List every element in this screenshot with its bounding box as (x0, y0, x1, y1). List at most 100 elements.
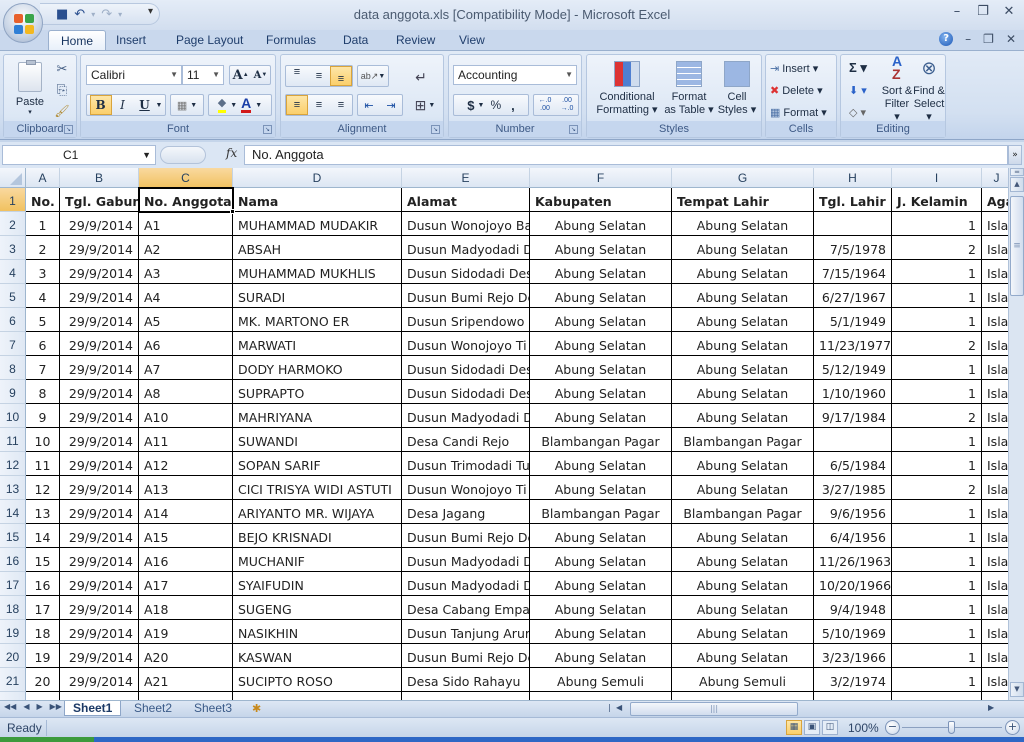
table-cell[interactable]: Abung Selatan (672, 332, 814, 356)
table-cell[interactable]: Abung Selatan (530, 644, 672, 668)
page-break-preview-button[interactable]: ◫ (822, 720, 838, 735)
table-cell[interactable]: Dusun Sidodadi Des (402, 380, 530, 404)
table-cell[interactable]: Dusun Madyodadi D (402, 548, 530, 572)
table-cell[interactable]: 2 (26, 236, 60, 260)
row-header[interactable]: 12 (0, 452, 26, 476)
table-cell[interactable]: Abung Selatan (530, 212, 672, 236)
table-cell[interactable]: A13 (139, 476, 233, 500)
table-cell[interactable]: 2 (892, 404, 982, 428)
table-cell[interactable]: 11 (26, 452, 60, 476)
next-sheet-button[interactable]: ▶ (36, 702, 42, 711)
table-cell[interactable]: 29/9/2014 (60, 620, 139, 644)
copy-icon[interactable]: ⎘ (54, 82, 70, 98)
table-cell[interactable]: A7 (139, 356, 233, 380)
table-cell[interactable]: Isla (982, 404, 1008, 428)
tab-view[interactable]: View (459, 30, 485, 50)
table-cell[interactable]: 9/6/1956 (814, 500, 892, 524)
paste-button[interactable]: Paste ▾ (10, 59, 50, 119)
table-cell[interactable]: 29/9/2014 (60, 452, 139, 476)
fill-handle[interactable] (230, 209, 235, 214)
currency-dropdown-icon[interactable]: ▼ (478, 102, 485, 109)
table-cell[interactable]: Dusun Sidodadi Des (402, 260, 530, 284)
table-cell[interactable]: Dusun Madyodadi D (402, 404, 530, 428)
bold-button[interactable]: B (89, 95, 112, 115)
fill-color-icon[interactable]: ◆ (217, 97, 227, 113)
row-header[interactable]: 10 (0, 404, 26, 428)
header-cell[interactable]: No. (26, 188, 60, 212)
align-right-button[interactable]: ≡ (330, 95, 352, 115)
table-cell[interactable]: 4 (26, 284, 60, 308)
table-cell[interactable]: 1 (892, 668, 982, 692)
table-cell[interactable]: 29/9/2014 (60, 356, 139, 380)
table-cell[interactable]: 3/27/1985 (814, 476, 892, 500)
table-cell[interactable]: Desa Candi Rejo (402, 428, 530, 452)
close-workbook-button[interactable]: ✕ (1006, 32, 1016, 46)
table-cell[interactable]: 29/9/2014 (60, 500, 139, 524)
table-cell[interactable]: Desa Cabang Empat (402, 596, 530, 620)
table-cell[interactable]: Blambangan Pagar (530, 692, 672, 700)
tab-insert[interactable]: Insert (116, 30, 146, 50)
underline-dropdown-icon[interactable]: ▼ (156, 102, 163, 109)
table-cell[interactable]: Abung Selatan (530, 596, 672, 620)
table-cell[interactable]: A16 (139, 548, 233, 572)
tab-page-layout[interactable]: Page Layout (176, 30, 243, 50)
column-header-h[interactable]: H (814, 168, 892, 188)
shrink-font-button[interactable]: A (254, 70, 262, 81)
table-cell[interactable]: 5/10/1969 (814, 620, 892, 644)
table-cell[interactable]: 1 (26, 212, 60, 236)
table-cell[interactable]: 1 (892, 428, 982, 452)
first-sheet-button[interactable]: ◀◀ (4, 702, 16, 711)
table-cell[interactable]: 1 (892, 452, 982, 476)
table-cell[interactable]: 13 (26, 500, 60, 524)
insert-sheet-icon[interactable]: ✱ (252, 702, 261, 715)
table-cell[interactable]: 10 (26, 428, 60, 452)
table-cell[interactable]: Abung Selatan (672, 284, 814, 308)
table-cell[interactable]: Isla (982, 476, 1008, 500)
table-cell[interactable]: 9/4/1948 (814, 596, 892, 620)
table-cell[interactable]: 11/23/1977 (814, 332, 892, 356)
table-cell[interactable]: 1 (892, 644, 982, 668)
percent-button[interactable]: % (490, 98, 501, 112)
table-cell[interactable]: 5/1/1949 (814, 308, 892, 332)
table-cell[interactable]: 29/9/2014 (60, 212, 139, 236)
clear-button[interactable]: ◇ ▾ (849, 103, 866, 121)
table-cell[interactable]: Isla (982, 692, 1008, 700)
table-cell[interactable]: Abung Selatan (672, 212, 814, 236)
column-header-a[interactable]: A (26, 168, 60, 188)
table-cell[interactable]: 17 (26, 596, 60, 620)
table-cell[interactable]: 2 (892, 476, 982, 500)
table-cell[interactable]: A10 (139, 404, 233, 428)
table-cell[interactable]: ABSAH (233, 236, 402, 260)
table-cell[interactable]: A1 (139, 212, 233, 236)
table-cell[interactable]: 29/9/2014 (60, 476, 139, 500)
close-window-button[interactable]: ✕ (1002, 4, 1016, 19)
sheet-tab-sheet2[interactable]: Sheet2 (126, 701, 180, 716)
table-cell[interactable]: 1 (892, 548, 982, 572)
table-cell[interactable]: MARWATI (233, 332, 402, 356)
table-cell[interactable]: DODY HARMOKO (233, 356, 402, 380)
table-cell[interactable]: 8 (26, 380, 60, 404)
table-cell[interactable]: NASIKHIN (233, 620, 402, 644)
underline-button[interactable]: U (134, 95, 156, 115)
horizontal-scrollbar[interactable]: | ◀ ||| ▶ (608, 702, 1006, 716)
worksheet-grid[interactable]: ABCDEFGHIJ 1No.Tgl. GabungNo. AnggotaNam… (0, 168, 1008, 700)
currency-button[interactable]: $ (467, 98, 474, 113)
table-cell[interactable]: Abung Selatan (672, 308, 814, 332)
table-cell[interactable]: Isla (982, 428, 1008, 452)
table-cell[interactable]: 1/10/1960 (814, 380, 892, 404)
table-cell[interactable]: A3 (139, 260, 233, 284)
select-all-button[interactable] (0, 168, 26, 188)
table-cell[interactable]: 6/5/1984 (814, 452, 892, 476)
row-header[interactable]: 5 (0, 284, 26, 308)
table-cell[interactable]: Dusun Wonojoyo Ba (402, 212, 530, 236)
table-cell[interactable]: Dusun Madyodadi D (402, 572, 530, 596)
table-cell[interactable]: 29/9/2014 (60, 644, 139, 668)
table-cell[interactable]: Isla (982, 236, 1008, 260)
table-cell[interactable]: Abung Selatan (672, 524, 814, 548)
table-cell[interactable]: MUHAMMAD MUDAKIR (233, 212, 402, 236)
borders-button[interactable]: ▦ ▼ (170, 94, 204, 116)
table-cell[interactable]: Blambangan Pagar (530, 500, 672, 524)
table-cell[interactable]: Isla (982, 356, 1008, 380)
table-cell[interactable]: Dusun Sidodadi Des (402, 356, 530, 380)
column-header-d[interactable]: D (233, 168, 402, 188)
